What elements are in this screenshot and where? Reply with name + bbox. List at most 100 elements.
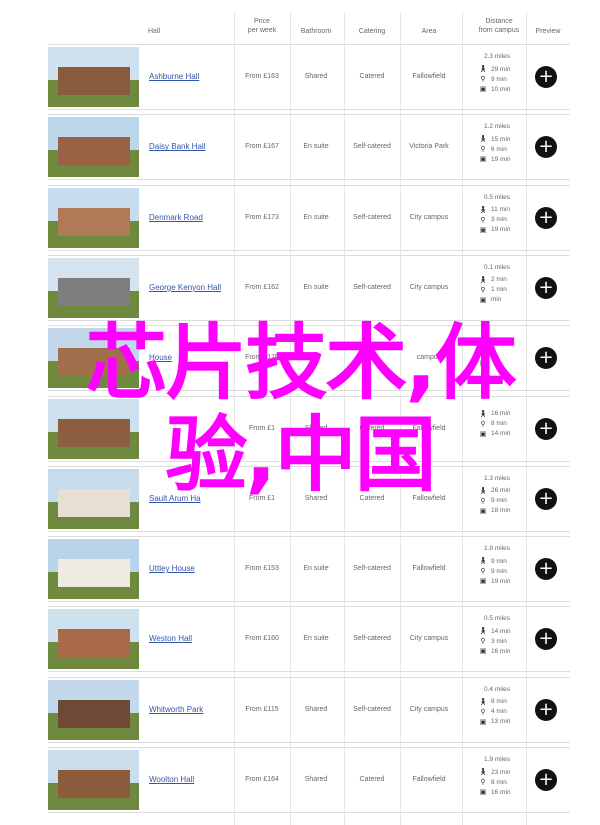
bus-time: min [491, 296, 502, 304]
bus-icon: ▣ [479, 648, 487, 656]
table-row: Uttley House From £153 En suite Self-cat… [48, 536, 570, 603]
bathroom-cell: En suite [303, 283, 329, 291]
hall-name-link[interactable]: Denmark Road [149, 213, 203, 222]
cycle-time: 8 min [491, 778, 507, 786]
halls-table: Hall Price per week Bathroom Catering Ar… [48, 12, 570, 825]
preview-plus-button[interactable]: + [535, 66, 557, 88]
walk-time: 29 min [491, 65, 511, 73]
walk-line: 🚶︎ 2 min [478, 275, 528, 285]
cycle-line: ⚲ 8 min [478, 777, 528, 787]
header-distance-line1: Distance [485, 18, 513, 25]
bus-time: 16 min [491, 788, 511, 796]
bathroom-cell: En suite [303, 213, 329, 221]
bus-line: ▣ 18 min [478, 506, 528, 516]
photo-building [58, 137, 130, 166]
cycle-line: ⚲ 6 min [478, 144, 528, 154]
distance-miles: 1.9 miles [484, 545, 511, 553]
bus-time: 19 min [491, 577, 511, 585]
walk-time: 23 min [491, 768, 511, 776]
overlay-line2: 验,中国 [165, 408, 436, 503]
preview-plus-button[interactable]: + [535, 136, 557, 159]
area-cell: City campus [409, 213, 449, 221]
header-preview: Preview [535, 28, 561, 35]
watermark-overlay: 芯片技术,体 验,中国 [0, 318, 600, 502]
cycle-line: ⚲ 1 min [478, 285, 528, 295]
hall-name-link[interactable]: Woolton Hall [149, 775, 194, 784]
hall-photo [48, 539, 139, 600]
cycle-line: ⚲ 4 min [478, 707, 528, 717]
preview-plus-button[interactable]: + [535, 558, 557, 581]
walk-line: 🚶︎ 8 min [478, 697, 528, 707]
walk-icon: 🚶︎ [478, 698, 488, 706]
cycle-line: ⚲ 9 min [478, 74, 528, 84]
photo-building [58, 277, 130, 306]
hall-name-link[interactable]: Uttley House [149, 564, 195, 573]
preview-plus-button[interactable]: + [535, 698, 557, 721]
hall-photo [48, 609, 139, 670]
hall-name-link[interactable]: Weston Hall [149, 634, 192, 643]
bus-time: 19 min [491, 155, 511, 163]
plus-icon: + [538, 136, 554, 158]
header-catering: Catering [358, 28, 386, 35]
hall-name-link[interactable]: Daisy Bank Hall [149, 142, 205, 151]
distance-miles: 0.5 miles [484, 615, 511, 623]
hall-name-link[interactable]: Whitworth Park [149, 705, 203, 714]
bus-time: 18 min [491, 507, 511, 515]
walk-icon: 🚶︎ [478, 206, 488, 214]
walk-time: 14 min [491, 627, 511, 635]
walk-icon: 🚶︎ [478, 136, 488, 144]
price-cell: From £163 [245, 73, 279, 80]
preview-plus-button[interactable]: + [535, 628, 557, 651]
cycle-icon: ⚲ [480, 76, 486, 83]
hall-photo [48, 47, 139, 107]
cycle-time: 3 min [491, 637, 507, 645]
hall-name-link[interactable]: Ashburne Hall [149, 72, 199, 81]
walk-icon: 🚶︎ [478, 769, 488, 776]
bathroom-cell: En suite [303, 635, 329, 643]
table-row: Whitworth Park From £115 Shared Self-cat… [48, 676, 570, 743]
plus-icon: + [538, 558, 554, 580]
cycle-icon: ⚲ [480, 779, 486, 786]
bus-icon: ▣ [479, 86, 487, 93]
price-cell: From £167 [245, 143, 279, 151]
header-distance-line2: from campus [478, 27, 520, 34]
price-cell: From £153 [245, 565, 279, 573]
cycle-icon: ⚲ [480, 708, 486, 716]
preview-plus-button[interactable]: + [535, 276, 557, 299]
cycle-line: ⚲ 3 min [478, 636, 528, 646]
header-distance: Distance from campus [470, 17, 528, 35]
preview-plus-button[interactable]: + [535, 769, 557, 791]
table-row: Weston Hall From £160 En suite Self-cate… [48, 606, 570, 673]
distance-cell: 2.3 miles 🚶︎ 29 min ⚲ 9 min ▣ 10 min [478, 53, 528, 94]
plus-icon: + [538, 206, 554, 228]
photo-building [58, 67, 130, 95]
preview-plus-button[interactable]: + [535, 206, 557, 229]
hall-name-link[interactable]: George Kenyon Hall [149, 283, 221, 292]
cycle-time: 1 min [491, 286, 507, 294]
bus-icon: ▣ [479, 578, 487, 586]
cycle-time: 3 min [491, 216, 507, 224]
distance-cell: 0.1 miles 🚶︎ 2 min ⚲ 1 min ▣ min [478, 264, 528, 305]
catering-cell: Self-catered [353, 635, 391, 643]
area-cell: City campus [409, 283, 449, 291]
cycle-line: ⚲ 9 min [478, 566, 528, 576]
catering-cell: Catered [359, 73, 385, 80]
bus-line: ▣ 19 min [478, 225, 528, 235]
distance-miles: 2.3 miles [484, 53, 511, 60]
distance-miles: 0.1 miles [484, 263, 511, 271]
bus-icon: ▣ [479, 718, 487, 726]
walk-line: 🚶︎ 29 min [478, 64, 528, 74]
header-price-line2: per week [247, 27, 277, 34]
price-cell: From £164 [245, 776, 279, 783]
table-row: Denmark Road From £173 En suite Self-cat… [48, 184, 570, 251]
header-bathroom: Bathroom [300, 28, 332, 35]
price-cell: From £160 [245, 635, 279, 643]
distance-miles: 0.5 miles [484, 193, 511, 201]
bus-line: ▣ min [478, 295, 528, 305]
hall-photo [48, 679, 139, 740]
bus-icon: ▣ [479, 296, 487, 304]
area-cell: Fallowfield [412, 776, 446, 783]
cycle-line: ⚲ 3 min [478, 215, 528, 225]
distance-cell: 1.9 miles 🚶︎ 9 min ⚲ 9 min ▣ 19 min [478, 545, 528, 586]
walk-icon: 🚶︎ [478, 276, 488, 284]
